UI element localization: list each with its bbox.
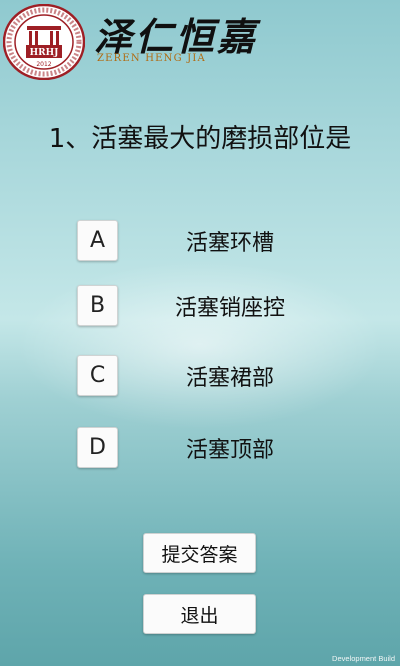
option-a-button[interactable]: A: [77, 220, 118, 261]
school-seal-logo: HRHJ 2012: [3, 4, 85, 80]
option-d-button[interactable]: D: [77, 427, 118, 468]
option-c-text: 活塞裙部: [185, 366, 274, 391]
brand-title-en: ZEREN HENG JIA: [97, 53, 206, 64]
exit-button[interactable]: 退出: [143, 594, 256, 634]
question-text: 1、活塞最大的磨损部位是: [48, 124, 352, 154]
option-b-text: 活塞销座控: [174, 296, 285, 321]
option-c-button[interactable]: C: [77, 355, 118, 396]
seal-text: HRHJ: [30, 48, 59, 58]
seal-year: 2012: [36, 61, 51, 68]
option-d-text: 活塞顶部: [185, 438, 274, 463]
option-a-text: 活塞环槽: [185, 231, 274, 256]
development-build-label: Development Build: [332, 654, 395, 663]
option-b-button[interactable]: B: [77, 285, 118, 326]
app-header: HRHJ 2012 泽仁恒嘉 ZEREN HENG JIA: [0, 0, 400, 85]
submit-answer-button[interactable]: 提交答案: [143, 533, 256, 573]
